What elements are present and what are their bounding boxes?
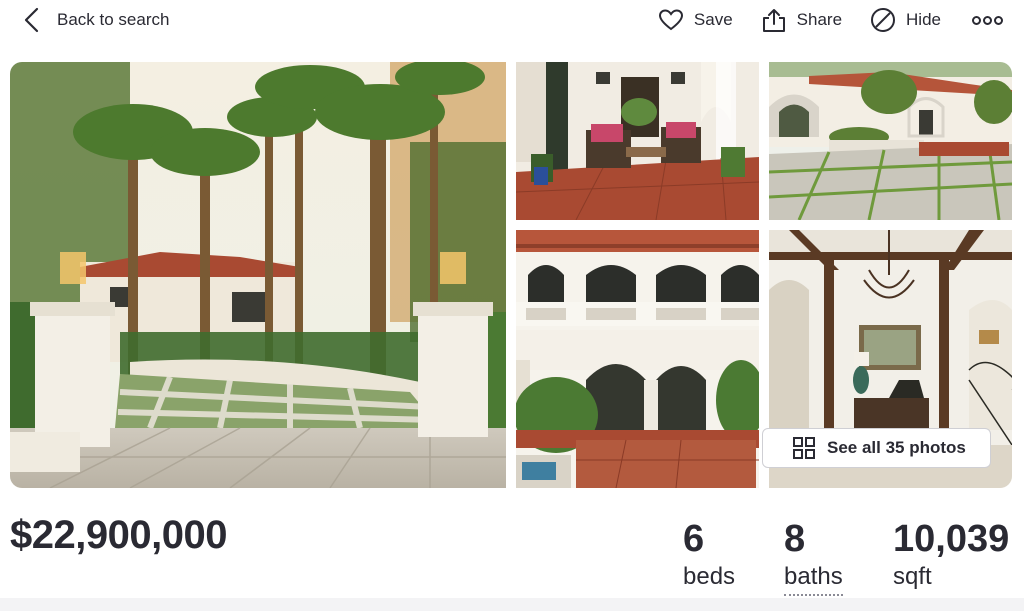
hide-label: Hide (906, 10, 941, 29)
share-button[interactable]: Share (761, 7, 842, 33)
save-button[interactable]: Save (658, 8, 733, 32)
share-icon (762, 9, 785, 32)
bottom-divider (0, 598, 1024, 611)
photo-courtyard[interactable] (769, 62, 1012, 220)
beds-label: beds (683, 563, 736, 590)
hide-button[interactable]: Hide (870, 7, 941, 33)
courtyard-pavers-photo (769, 62, 1012, 220)
photo-arcade-facade[interactable] (516, 230, 759, 488)
listing-price: $22,900,000 (10, 513, 227, 557)
photo-loggia[interactable] (516, 62, 759, 220)
sqft-count: 10,039 (893, 518, 1010, 560)
back-to-search-button[interactable]: Back to search (22, 6, 169, 34)
driveway-gate-photo (10, 62, 506, 488)
save-label: Save (693, 10, 733, 29)
share-label: Share (796, 10, 843, 29)
baths-count: 8 (784, 518, 806, 560)
more-options-button[interactable] (971, 15, 1004, 25)
see-all-photos-label: See all 35 photos (827, 438, 966, 457)
sqft-label: sqft (893, 563, 932, 590)
see-all-photos-button[interactable]: See all 35 photos (762, 428, 991, 468)
beds-stat: 6 beds (683, 518, 735, 592)
loggia-seating-photo (516, 62, 759, 220)
hide-icon (871, 8, 896, 32)
back-label: Back to search (57, 10, 170, 29)
photo-gallery (10, 62, 1012, 488)
main-photo-driveway[interactable] (10, 62, 506, 488)
more-dots-icon (971, 15, 1004, 25)
baths-label[interactable]: baths (784, 562, 843, 596)
sqft-stat: 10,039 sqft (893, 518, 1009, 592)
baths-stat[interactable]: 8 baths (784, 518, 843, 596)
top-bar: Back to search Save Share Hide (0, 0, 1024, 44)
grid-icon (793, 437, 815, 459)
arched-arcade-photo (516, 230, 759, 488)
chevron-left-icon (24, 7, 39, 33)
heart-icon (658, 9, 683, 31)
listing-actions: Save Share Hide (630, 6, 1004, 34)
beds-count: 6 (683, 518, 705, 560)
